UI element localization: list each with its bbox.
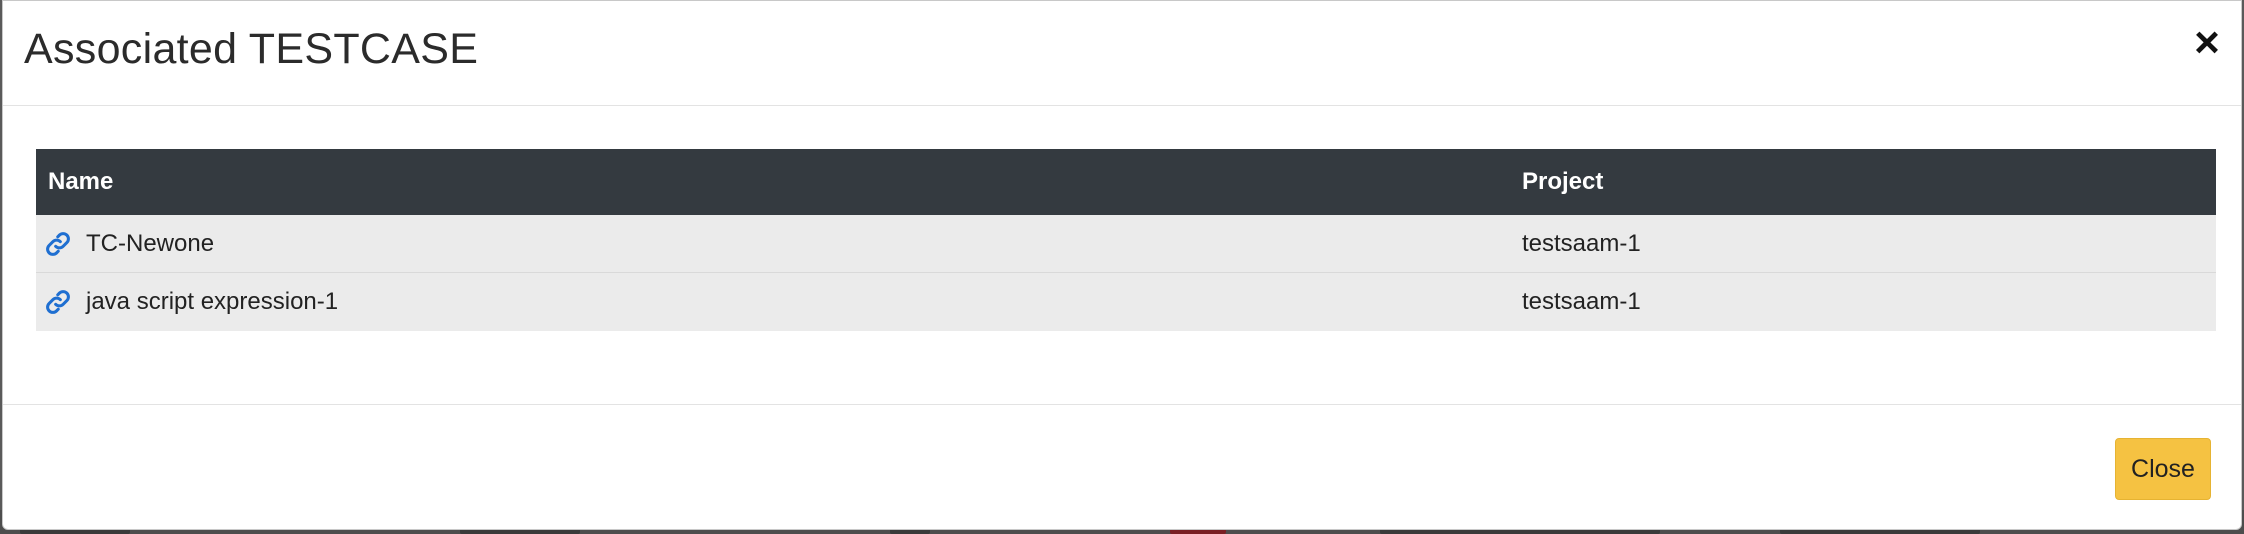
cell-project: testsaam-1 [1522,229,1641,257]
testcase-table: Name Project TC-Newone testsaam-1 java s… [36,149,2216,331]
cell-project: testsaam-1 [1522,288,1641,315]
column-header-project[interactable]: Project [1510,168,2216,196]
associated-testcase-modal: Associated TESTCASE × Name Project TC-Ne… [2,0,2242,530]
cell-name: java script expression-1 [36,288,1510,316]
table-header: Name Project [36,149,2216,215]
table-row: TC-Newone testsaam-1 [36,215,2216,273]
table-row: java script expression-1 testsaam-1 [36,273,2216,331]
testcase-name: java script expression-1 [86,288,339,315]
modal-body: Name Project TC-Newone testsaam-1 java s… [3,107,2241,404]
link-icon[interactable] [44,230,72,258]
cell-name: TC-Newone [36,230,1510,258]
column-header-name[interactable]: Name [36,168,1510,196]
modal-footer: Close [3,404,2241,529]
modal-header: Associated TESTCASE × [3,1,2241,106]
close-icon[interactable]: × [2187,21,2227,65]
link-icon[interactable] [44,288,72,316]
close-button[interactable]: Close [2115,438,2211,500]
testcase-name: TC-Newone [86,229,215,257]
modal-title: Associated TESTCASE [24,25,479,73]
